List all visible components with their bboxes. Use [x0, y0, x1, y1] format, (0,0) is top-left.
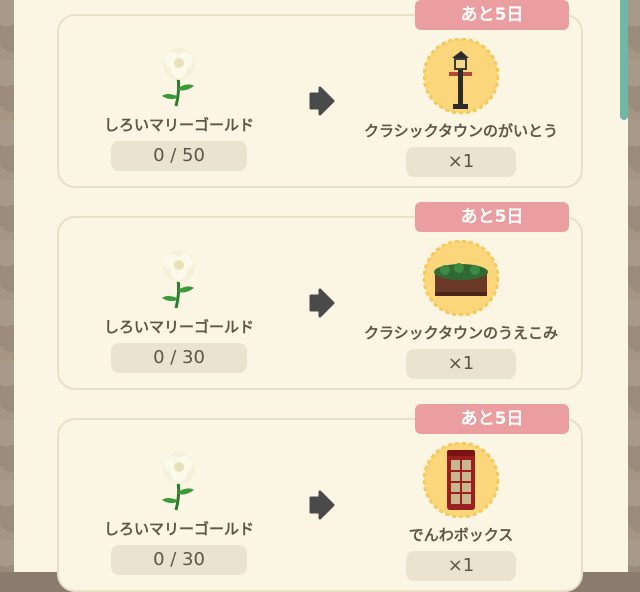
- reward-quantity: ×1: [406, 551, 516, 581]
- input-item: しろいマリーゴールド 0 / 30: [59, 450, 299, 575]
- arrow-right-icon: [309, 288, 335, 318]
- arrow-right-icon: [309, 490, 335, 520]
- white-marigold-icon: [59, 450, 299, 512]
- input-item: しろいマリーゴールド 0 / 50: [59, 46, 299, 171]
- reward-item-name: クラシックタウンのがいとう: [363, 122, 559, 140]
- street-lamp-icon: [423, 38, 499, 114]
- input-progress: 0 / 50: [111, 141, 247, 171]
- exchange-card[interactable]: あと5日 しろいマリーゴールド 0 / 50 クラシックタウンのがいとう ×1: [57, 0, 583, 188]
- reward-item: クラシックタウンのうえこみ ×1: [349, 240, 573, 379]
- exchange-panel[interactable]: あと5日 しろいマリーゴールド 0 / 50 クラシックタウンのがいとう ×1 …: [14, 0, 628, 592]
- deadline-badge: あと5日: [415, 0, 569, 30]
- arrow-right-icon: [309, 86, 335, 116]
- reward-item-name: でんわボックス: [408, 526, 514, 544]
- deadline-badge: あと5日: [415, 404, 569, 434]
- hedge-planter-icon: [423, 240, 499, 316]
- exchange-card[interactable]: あと5日 しろいマリーゴールド 0 / 30: [57, 202, 583, 390]
- exchange-card[interactable]: あと5日 しろいマリーゴールド 0 / 30: [57, 404, 583, 592]
- white-marigold-icon: [59, 46, 299, 108]
- white-marigold-icon: [59, 248, 299, 310]
- input-item-name: しろいマリーゴールド: [103, 318, 254, 336]
- reward-item-name: クラシックタウンのうえこみ: [363, 324, 559, 342]
- input-progress: 0 / 30: [111, 343, 247, 373]
- phone-booth-icon: [423, 442, 499, 518]
- input-progress: 0 / 30: [111, 545, 247, 575]
- input-item-name: しろいマリーゴールド: [103, 520, 254, 538]
- reward-quantity: ×1: [406, 349, 516, 379]
- stone-wall-left: [0, 0, 14, 572]
- input-item: しろいマリーゴールド 0 / 30: [59, 248, 299, 373]
- reward-quantity: ×1: [406, 147, 516, 177]
- reward-item: でんわボックス ×1: [349, 442, 573, 581]
- scrollbar[interactable]: [620, 0, 628, 120]
- input-item-name: しろいマリーゴールド: [103, 116, 254, 134]
- reward-item: クラシックタウンのがいとう ×1: [349, 38, 573, 177]
- deadline-badge: あと5日: [415, 202, 569, 232]
- stone-wall-right: [628, 0, 640, 572]
